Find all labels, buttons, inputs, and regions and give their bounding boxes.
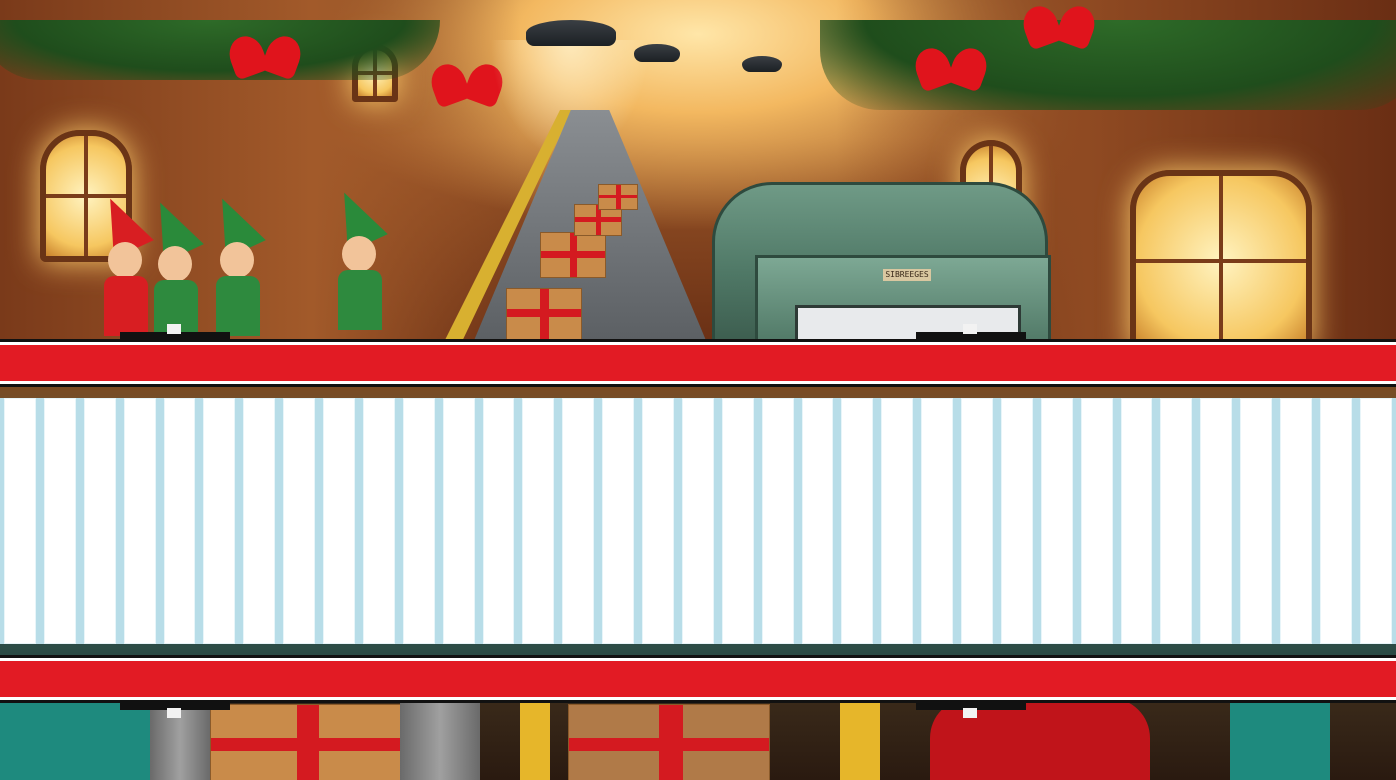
- gift-box-2: [540, 232, 606, 278]
- reel-slot[interactable]: [1276, 398, 1316, 644]
- hanging-lamp-3: [742, 56, 782, 72]
- reel-slot[interactable]: [677, 398, 718, 644]
- garland-left: [0, 20, 440, 80]
- gift-box-4: [598, 184, 638, 210]
- teal-belt-right: [1230, 698, 1330, 780]
- tab-top-right: [916, 324, 1026, 340]
- reel-slot[interactable]: [1355, 398, 1396, 644]
- reel-slot[interactable]: [1116, 398, 1157, 644]
- tab-notch: [963, 324, 977, 334]
- tab-notch: [167, 324, 181, 334]
- reel-slot[interactable]: [239, 398, 280, 644]
- reel-slot[interactable]: [957, 398, 997, 644]
- reel-slot[interactable]: [717, 398, 758, 644]
- teal-belt-left: [0, 698, 150, 780]
- top-red-bar: [0, 342, 1396, 384]
- reel-slot[interactable]: [1236, 398, 1276, 644]
- reel-slot[interactable]: [917, 398, 957, 644]
- gift-machine: SIBREEGES: [712, 182, 1051, 342]
- machine-plate: SIBREEGES: [883, 269, 931, 281]
- tab-bottom-left: [120, 702, 230, 718]
- yellow-rail-2: [840, 698, 880, 780]
- reel-slot[interactable]: [877, 398, 918, 644]
- reel-slot[interactable]: [518, 398, 559, 644]
- reel-slot[interactable]: [1315, 398, 1356, 644]
- reel-slot[interactable]: [199, 398, 240, 644]
- tab-top-left: [120, 324, 230, 340]
- reel-slot[interactable]: [1156, 398, 1197, 644]
- bottom-red-bar: [0, 658, 1396, 700]
- reel-slot[interactable]: [598, 398, 638, 644]
- reel-slot[interactable]: [837, 398, 878, 644]
- reel-slot[interactable]: [159, 398, 200, 644]
- garland-right: [820, 20, 1396, 110]
- bow-right-2: [1024, 6, 1094, 52]
- gray-belt-mid: [400, 698, 480, 780]
- reel-slot[interactable]: [757, 398, 798, 644]
- tab-notch: [963, 708, 977, 718]
- cardboard-boxes: [568, 704, 770, 780]
- reel-slot[interactable]: [279, 398, 319, 644]
- reel-slot[interactable]: [1076, 398, 1117, 644]
- reel-slot[interactable]: [0, 398, 40, 644]
- tab-bottom-right: [916, 702, 1026, 718]
- reel-slot[interactable]: [797, 398, 838, 644]
- reel-slot[interactable]: [1036, 398, 1077, 644]
- reel-slot[interactable]: [438, 398, 479, 644]
- reel-strip[interactable]: [0, 398, 1396, 644]
- game-stage: SIBREEGES: [0, 0, 1396, 780]
- reel-slot[interactable]: [358, 398, 399, 644]
- yellow-rail-1: [520, 698, 550, 780]
- workshop-background-bottom: [0, 698, 1396, 780]
- reel-slot[interactable]: [996, 398, 1037, 644]
- reel-slot[interactable]: [319, 398, 359, 644]
- gift-box-1: [506, 288, 582, 340]
- reel-slot[interactable]: [39, 398, 80, 644]
- reel-slot[interactable]: [558, 398, 599, 644]
- reel-slot[interactable]: [1196, 398, 1237, 644]
- bow-left: [230, 36, 300, 82]
- reel-slot[interactable]: [638, 398, 678, 644]
- reel-slot[interactable]: [478, 398, 519, 644]
- hanging-lamp-2: [634, 44, 680, 62]
- window-right-2: [1130, 170, 1312, 342]
- reel-slot[interactable]: [119, 398, 160, 644]
- bow-right-1: [916, 48, 986, 94]
- reel-slot[interactable]: [398, 398, 439, 644]
- workshop-background-top: SIBREEGES: [0, 0, 1396, 342]
- gift-box-bottom-1: [210, 704, 402, 780]
- tab-notch: [167, 708, 181, 718]
- hanging-lamp-1: [526, 20, 616, 46]
- reel-slot[interactable]: [79, 398, 120, 644]
